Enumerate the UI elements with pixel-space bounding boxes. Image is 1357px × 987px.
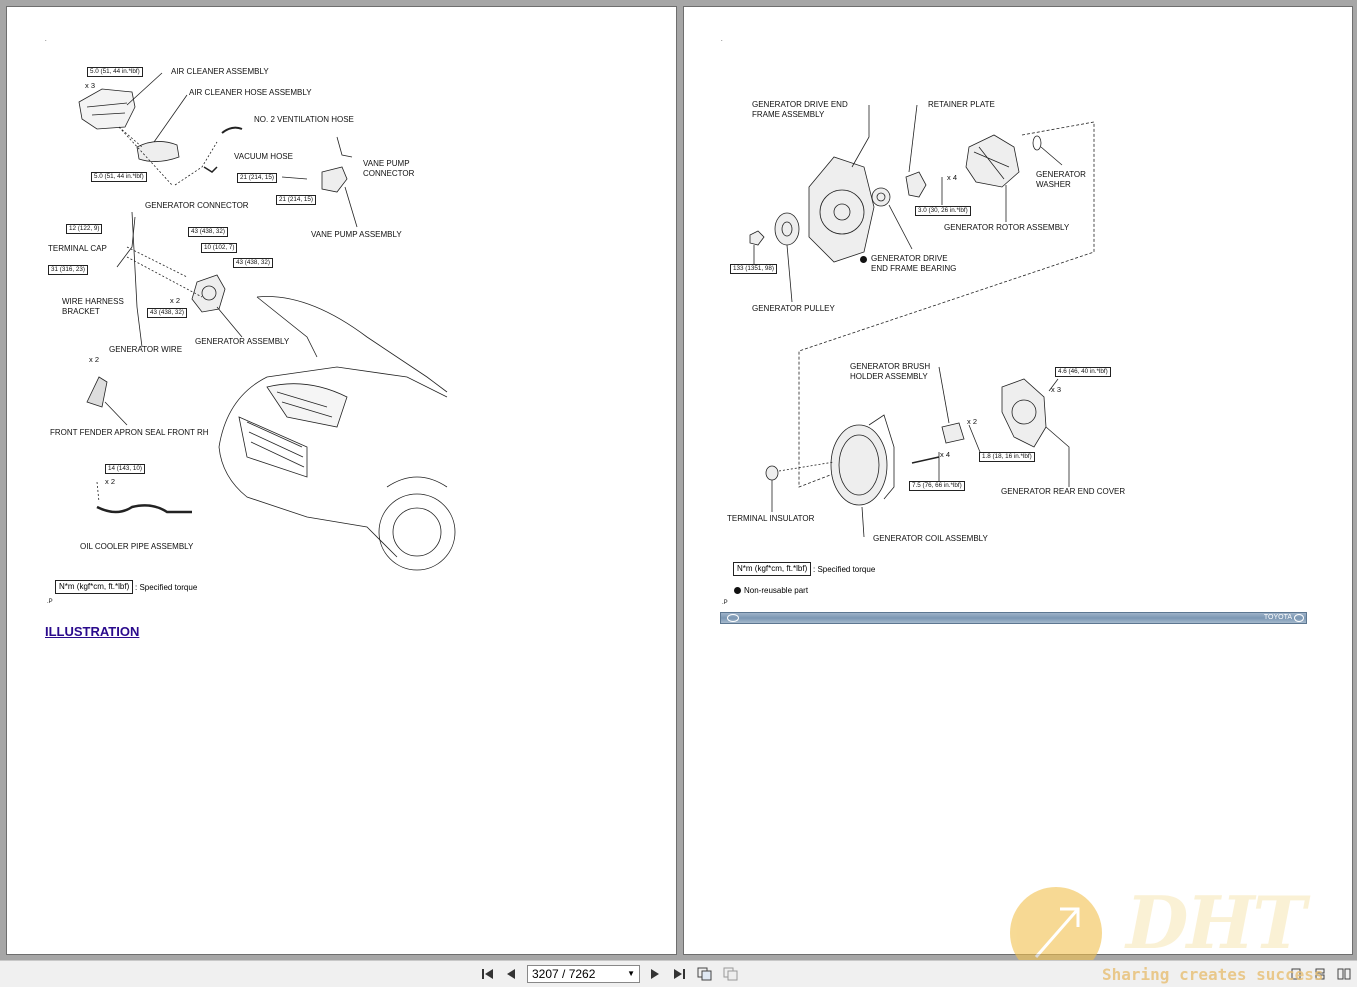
label-terminal-insulator: TERMINAL INSULATOR <box>727 514 815 523</box>
label-wire-harness-bracket-line1: WIRE HARNESS <box>62 297 124 306</box>
toyota-emblem-icon <box>727 614 739 622</box>
first-page-icon[interactable] <box>480 967 496 981</box>
paste-icon[interactable] <box>723 967 739 981</box>
quantity-label: x 4 <box>940 450 951 459</box>
label-generator-washer-line1: GENERATOR <box>1036 170 1086 179</box>
watermark-logo-text: DHT <box>1126 880 1306 965</box>
quantity-label: x 2 <box>170 296 181 305</box>
quantity-label: x 2 <box>89 355 100 364</box>
torque-box: 12 (122, 9) <box>66 224 103 234</box>
label-no2-ventilation-hose: NO. 2 VENTILATION HOSE <box>254 115 354 124</box>
torque-box: 14 (143, 10) <box>105 464 145 474</box>
label-gen-brush-holder-line2: HOLDER ASSEMBLY <box>850 372 928 381</box>
torque-box: 21 (214, 15) <box>276 195 316 205</box>
document-page-right: . GENERATOR DRIVE END FRAME ASSEMBLY RET… <box>683 6 1353 955</box>
copy-icon[interactable] <box>697 967 713 981</box>
label-gen-coil-assembly: GENERATOR COIL ASSEMBLY <box>873 534 988 543</box>
torque-box: 43 (438, 32) <box>147 308 187 318</box>
page-indicator: 3207 / 7262 <box>532 967 596 981</box>
torque-box: 1.8 (18, 16 in.*lbf) <box>979 452 1035 462</box>
label-generator-connector: GENERATOR CONNECTOR <box>145 201 249 210</box>
torque-box: 3.0 (30, 26 in.*lbf) <box>915 206 971 216</box>
page-number-select[interactable]: 3207 / 7262 ▼ <box>527 965 640 983</box>
torque-legend-box: N*m (kgf*cm, ft.*lbf) <box>55 580 134 594</box>
label-retainer-plate: RETAINER PLATE <box>928 100 995 109</box>
torque-box: 4.6 (46, 40 in.*lbf) <box>1055 367 1111 377</box>
document-page-left: . AIR CLEANER ASSEMBLY AIR CLEANER HOSE … <box>6 6 677 955</box>
footer-brand: TOYOTA <box>1263 614 1292 621</box>
label-gen-drive-bearing-line1: GENERATOR DRIVE <box>871 254 948 263</box>
non-reusable-legend-text: Non-reusable part <box>744 586 809 595</box>
label-gen-brush-holder-line1: GENERATOR BRUSH <box>850 362 931 371</box>
label-generator-assembly: GENERATOR ASSEMBLY <box>195 337 290 346</box>
torque-box: 10 (102, 7) <box>201 243 238 253</box>
torque-box: 5.0 (51, 44 in.*lbf) <box>87 67 143 77</box>
quantity-label: x 2 <box>967 417 978 426</box>
watermark-tagline: Sharing creates success <box>1102 965 1324 984</box>
label-gen-drive-bearing-line2: END FRAME BEARING <box>871 264 957 273</box>
torque-box: 31 (316, 23) <box>48 265 88 275</box>
prev-page-icon[interactable] <box>503 967 519 981</box>
facing-view-icon[interactable] <box>1336 967 1352 981</box>
quantity-label: x 3 <box>85 81 96 90</box>
label-generator-wire: GENERATOR WIRE <box>109 345 183 354</box>
label-vacuum-hose: VACUUM HOSE <box>234 152 293 161</box>
page-mark: .P <box>47 599 53 605</box>
label-gen-rear-end-cover: GENERATOR REAR END COVER <box>1001 487 1126 496</box>
quantity-label: x 3 <box>1051 385 1062 394</box>
toyota-footer-bar: TOYOTA <box>720 612 1307 624</box>
label-air-cleaner-assembly: AIR CLEANER ASSEMBLY <box>171 67 269 76</box>
label-generator-pulley: GENERATOR PULLEY <box>752 304 835 313</box>
next-page-icon[interactable] <box>647 967 663 981</box>
label-vane-pump-connector-line2: CONNECTOR <box>363 169 415 178</box>
non-reusable-bullet-icon <box>734 587 741 594</box>
illustration-link[interactable]: ILLUSTRATION <box>45 624 139 639</box>
torque-box: 133 (1351, 98) <box>730 264 777 274</box>
label-gen-rotor-assembly: GENERATOR ROTOR ASSEMBLY <box>944 223 1070 232</box>
toyota-emblem-icon <box>1294 614 1304 622</box>
label-oil-cooler-pipe-assembly: OIL COOLER PIPE ASSEMBLY <box>80 542 194 551</box>
quantity-label: x 4 <box>947 173 958 182</box>
label-front-fender-apron-seal: FRONT FENDER APRON SEAL FRONT RH <box>50 428 209 437</box>
non-reusable-bullet-icon <box>860 256 867 263</box>
torque-legend-text: : Specified torque <box>135 583 198 592</box>
chevron-down-icon: ▼ <box>627 969 635 978</box>
label-wire-harness-bracket-line2: BRACKET <box>62 307 100 316</box>
quantity-label: x 2 <box>105 477 116 486</box>
label-gen-drive-end-frame-line2: FRAME ASSEMBLY <box>752 110 825 119</box>
torque-box: 5.0 (51, 44 in.*lbf) <box>91 172 147 182</box>
torque-box: 43 (438, 32) <box>233 258 273 268</box>
label-generator-washer-line2: WASHER <box>1036 180 1071 189</box>
label-gen-drive-end-frame-line1: GENERATOR DRIVE END <box>752 100 848 109</box>
label-air-cleaner-hose-assembly: AIR CLEANER HOSE ASSEMBLY <box>189 88 312 97</box>
last-page-icon[interactable] <box>671 967 687 981</box>
torque-box: 7.5 (76, 66 in.*lbf) <box>909 481 965 491</box>
label-vane-pump-connector-line1: VANE PUMP <box>363 159 410 168</box>
torque-legend-box: N*m (kgf*cm, ft.*lbf) <box>733 562 812 576</box>
label-vane-pump-assembly: VANE PUMP ASSEMBLY <box>311 230 402 239</box>
page-mark: .P <box>722 600 728 606</box>
label-terminal-cap: TERMINAL CAP <box>48 244 107 253</box>
torque-box: 43 (438, 32) <box>188 227 228 237</box>
torque-legend-text: : Specified torque <box>813 565 876 574</box>
generator-exploded-diagram <box>749 104 1095 538</box>
torque-box: 21 (214, 15) <box>237 173 277 183</box>
